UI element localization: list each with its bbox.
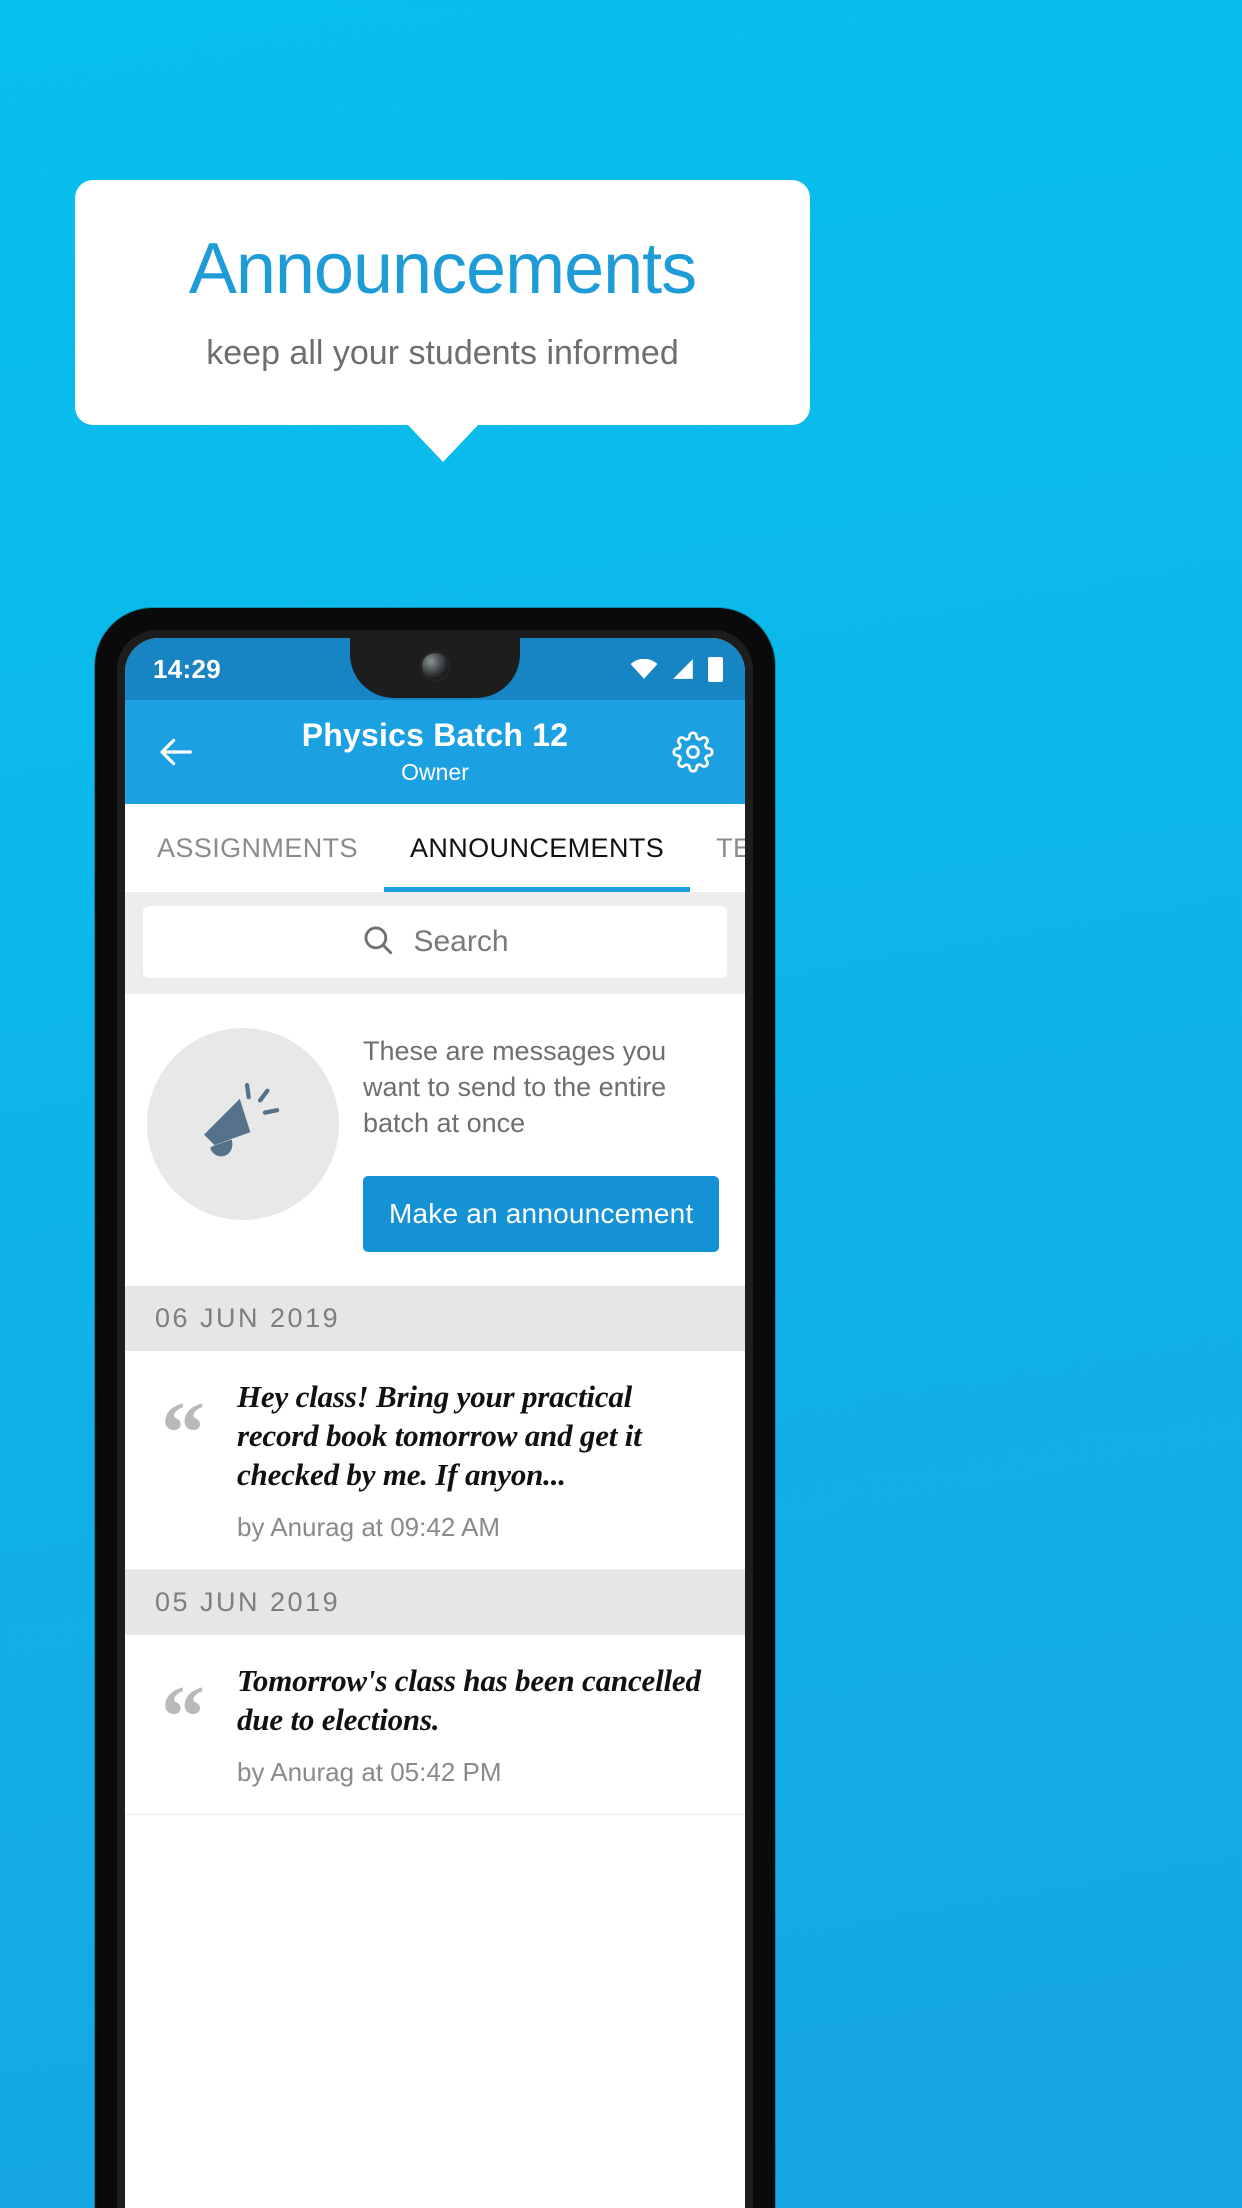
settings-button[interactable] bbox=[667, 726, 719, 778]
search-input[interactable]: Search bbox=[143, 906, 727, 978]
front-camera-icon bbox=[422, 653, 448, 679]
phone-screen: 14:29 Physics Batch 12 Owner ASSIGNMENTS… bbox=[125, 638, 745, 2208]
wifi-icon bbox=[630, 658, 658, 679]
batch-role: Owner bbox=[401, 758, 469, 785]
battery-icon bbox=[708, 656, 723, 682]
announcement-text: Tomorrow's class has been cancelled due … bbox=[237, 1662, 701, 1737]
search-icon bbox=[361, 923, 395, 962]
batch-title: Physics Batch 12 bbox=[301, 716, 569, 753]
phone-notch bbox=[350, 638, 520, 698]
date-header: 06 JUN 2019 bbox=[125, 1285, 745, 1351]
tab-bar: ASSIGNMENTS ANNOUNCEMENTS TESTS ’ bbox=[125, 804, 745, 892]
status-icons bbox=[630, 656, 723, 682]
phone-mockup: 14:29 Physics Batch 12 Owner ASSIGNMENTS… bbox=[95, 608, 775, 2208]
signal-icon bbox=[671, 658, 695, 680]
announcement-body: Tomorrow's class has been cancelled due … bbox=[237, 1661, 719, 1788]
search-section: Search bbox=[125, 892, 745, 994]
announcement-meta: by Anurag at 09:42 AM bbox=[237, 1511, 501, 1542]
promo-description: These are messages you want to send to t… bbox=[363, 1036, 667, 1138]
tab-tests[interactable]: TESTS bbox=[690, 804, 745, 892]
page-title: Announcements bbox=[188, 229, 697, 310]
quote-icon: “ bbox=[161, 1668, 205, 1766]
back-button[interactable] bbox=[151, 726, 203, 778]
announcement-text: Hey class! Bring your practical record b… bbox=[237, 1378, 642, 1492]
make-announcement-button[interactable]: Make an announcement bbox=[363, 1175, 720, 1252]
phone-bezel: 14:29 Physics Batch 12 Owner ASSIGNMENTS… bbox=[117, 630, 753, 2208]
status-bar: 14:29 bbox=[125, 638, 745, 700]
tab-assignments[interactable]: ASSIGNMENTS bbox=[125, 804, 384, 892]
announcement-item[interactable]: “ Tomorrow's class has been cancelled du… bbox=[125, 1634, 745, 1815]
status-time: 14:29 bbox=[153, 653, 221, 684]
app-bar-titles: Physics Batch 12 Owner bbox=[203, 717, 667, 786]
quote-icon: “ bbox=[161, 1384, 205, 1482]
promo-right: These are messages you want to send to t… bbox=[363, 1020, 723, 1252]
announcement-body: Hey class! Bring your practical record b… bbox=[237, 1377, 719, 1543]
announcement-item[interactable]: “ Hey class! Bring your practical record… bbox=[125, 1350, 745, 1570]
announcement-promo: These are messages you want to send to t… bbox=[125, 994, 745, 1286]
date-header: 05 JUN 2019 bbox=[125, 1569, 745, 1635]
page-subtitle: keep all your students informed bbox=[206, 333, 679, 372]
callout-card: Announcements keep all your students inf… bbox=[75, 180, 810, 425]
search-placeholder: Search bbox=[413, 925, 509, 958]
megaphone-icon bbox=[147, 1028, 339, 1220]
tab-announcements[interactable]: ANNOUNCEMENTS bbox=[383, 804, 691, 892]
announcement-meta: by Anurag at 05:42 PM bbox=[237, 1756, 502, 1787]
app-bar: Physics Batch 12 Owner bbox=[125, 700, 745, 804]
callout-tail bbox=[407, 424, 479, 462]
